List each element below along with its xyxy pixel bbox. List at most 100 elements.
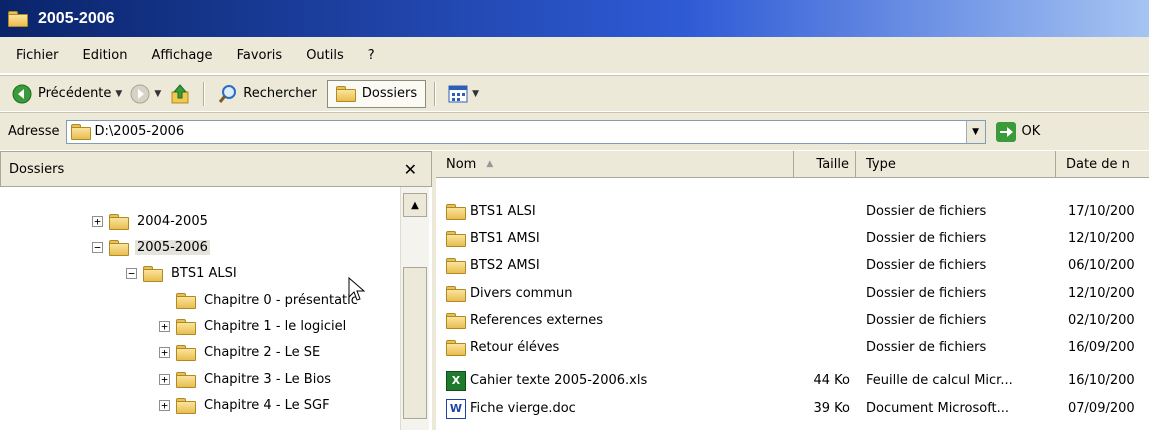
file-type: Dossier de fichiers — [866, 340, 987, 355]
window-folder-icon — [8, 11, 28, 27]
folders-icon — [335, 86, 356, 102]
menu-bar: Fichier Edition Affichage Favoris Outils… — [0, 37, 1149, 74]
tree-node[interactable]: − BTS1 ALSI — [126, 261, 237, 285]
search-button[interactable]: Rechercher — [213, 80, 321, 108]
file-size — [794, 225, 850, 252]
file-list: Nom ▲ Taille Type Date de n BTS1 ALSI Do… — [436, 151, 1149, 430]
tree-node-label: Chapitre 1 - le logiciel — [204, 318, 347, 334]
toolbar-separator — [203, 81, 206, 106]
column-date-header[interactable]: Date de n — [1056, 151, 1149, 177]
column-type-header[interactable]: Type — [856, 151, 1056, 177]
menu-edition[interactable]: Edition — [83, 48, 128, 63]
forward-arrow-icon — [130, 84, 150, 103]
file-date: 02/10/200 — [1068, 313, 1135, 328]
address-value: D:\2005-2006 — [94, 124, 185, 139]
file-type: Feuille de calcul Micr... — [866, 373, 1013, 388]
folders-label: Dossiers — [361, 86, 418, 101]
file-date: 16/09/200 — [1068, 340, 1135, 355]
file-row[interactable]: W Fiche vierge.doc 39 Ko Document Microso… — [436, 395, 1149, 422]
tree-node[interactable]: + 2004-2005 — [92, 209, 208, 233]
file-date: 07/09/200 — [1068, 401, 1135, 416]
file-row[interactable]: X Cahier texte 2005-2006.xls 44 Ko Feuill… — [436, 367, 1149, 394]
tree-node[interactable]: − 2005-2006 — [92, 235, 210, 259]
back-button[interactable]: Précédente ▼ — [8, 80, 126, 108]
expand-icon[interactable]: + — [159, 346, 170, 358]
folder-icon — [176, 397, 196, 414]
search-label: Rechercher — [243, 86, 317, 101]
menu-favoris[interactable]: Favoris — [237, 48, 283, 63]
tree-node[interactable]: + Chapitre 3 - Le Bios — [159, 367, 331, 391]
expand-icon[interactable]: + — [92, 215, 103, 227]
file-type: Dossier de fichiers — [866, 204, 987, 219]
folder-icon — [109, 239, 129, 256]
file-row[interactable]: BTS1 ALSI Dossier de fichiers 17/10/200 — [436, 198, 1149, 225]
file-size: 44 Ko — [813, 373, 850, 388]
column-name-header[interactable]: Nom ▲ — [436, 151, 794, 177]
tree-node[interactable]: + Chapitre 4 - Le SGF — [159, 393, 330, 417]
up-folder-button[interactable] — [165, 80, 195, 108]
folder-icon — [109, 213, 129, 230]
folder-icon — [446, 286, 466, 302]
collapse-icon[interactable]: − — [126, 267, 137, 279]
expand-icon[interactable]: + — [159, 320, 170, 332]
back-label: Précédente — [38, 86, 112, 101]
file-name: References externes — [470, 313, 604, 328]
menu-outils[interactable]: Outils — [306, 48, 344, 63]
address-input[interactable]: D:\2005-2006 ▼ — [65, 119, 986, 144]
file-type: Document Microsoft... — [866, 401, 1010, 416]
forward-button[interactable]: ▼ — [126, 80, 165, 108]
folders-pane: Dossiers ✕ + 2004-2005 − 2005-2006 − BTS… — [0, 151, 436, 430]
column-date-label: Date de n — [1066, 156, 1130, 172]
address-label: Adresse — [8, 124, 60, 139]
tree-node-label: Chapitre 3 - Le Bios — [204, 371, 332, 387]
file-date: 12/10/200 — [1068, 286, 1135, 301]
sort-ascending-icon: ▲ — [486, 159, 494, 169]
tree-node-label: Chapitre 4 - Le SGF — [204, 397, 330, 413]
folders-pane-title: Dossiers — [9, 161, 65, 177]
forward-dropdown-icon[interactable]: ▼ — [154, 89, 161, 99]
file-name: Divers commun — [470, 286, 573, 301]
menu-affichage[interactable]: Affichage — [151, 48, 212, 63]
folder-icon — [176, 371, 196, 388]
file-name: BTS1 ALSI — [470, 204, 536, 219]
file-name: Fiche vierge.doc — [470, 401, 576, 416]
column-size-label: Taille — [816, 156, 849, 172]
scrollbar-thumb[interactable] — [403, 267, 427, 419]
file-row[interactable]: BTS2 AMSI Dossier de fichiers 06/10/200 — [436, 252, 1149, 279]
go-button[interactable]: OK — [995, 121, 1040, 142]
word-icon: W — [446, 398, 466, 419]
folder-tree-scrollbar[interactable]: ▲ — [400, 187, 429, 430]
folder-icon — [446, 313, 466, 329]
file-size — [794, 307, 850, 334]
file-row[interactable]: Divers commun Dossier de fichiers 12/10/… — [436, 280, 1149, 307]
folders-button[interactable]: Dossiers — [326, 79, 427, 108]
collapse-icon[interactable]: − — [92, 241, 103, 253]
column-size-header[interactable]: Taille — [794, 151, 856, 177]
address-dropdown-icon[interactable]: ▼ — [965, 120, 985, 143]
excel-icon: X — [446, 370, 466, 391]
toolbar: Précédente ▼ ▼ Rechercher Dossiers ▼ — [0, 75, 1149, 111]
back-arrow-icon — [12, 84, 32, 103]
menu-fichier[interactable]: Fichier — [16, 48, 59, 63]
file-size: 39 Ko — [813, 401, 850, 416]
file-size — [794, 252, 850, 279]
title-bar[interactable]: 2005-2006 — [0, 0, 1149, 37]
file-type: Dossier de fichiers — [866, 313, 987, 328]
file-row[interactable]: BTS1 AMSI Dossier de fichiers 12/10/200 — [436, 225, 1149, 252]
tree-node[interactable]: Chapitre 0 - présentatic — [159, 288, 358, 312]
views-dropdown-icon[interactable]: ▼ — [472, 89, 479, 99]
close-icon[interactable]: ✕ — [404, 160, 417, 179]
expand-icon[interactable]: + — [159, 373, 170, 385]
window-title: 2005-2006 — [38, 9, 115, 27]
back-dropdown-icon[interactable]: ▼ — [115, 89, 122, 99]
tree-node[interactable]: + Chapitre 2 - Le SE — [159, 340, 320, 364]
expand-icon[interactable]: + — [159, 399, 170, 411]
file-row[interactable]: Retour éléves Dossier de fichiers 16/09/… — [436, 334, 1149, 361]
folder-icon — [446, 340, 466, 356]
file-row[interactable]: References externes Dossier de fichiers … — [436, 307, 1149, 334]
menu-help[interactable]: ? — [368, 48, 375, 63]
tree-node[interactable]: + Chapitre 1 - le logiciel — [159, 314, 346, 338]
views-button[interactable]: ▼ — [444, 80, 483, 108]
file-name: BTS1 AMSI — [470, 231, 540, 246]
scroll-up-icon[interactable]: ▲ — [403, 193, 427, 217]
